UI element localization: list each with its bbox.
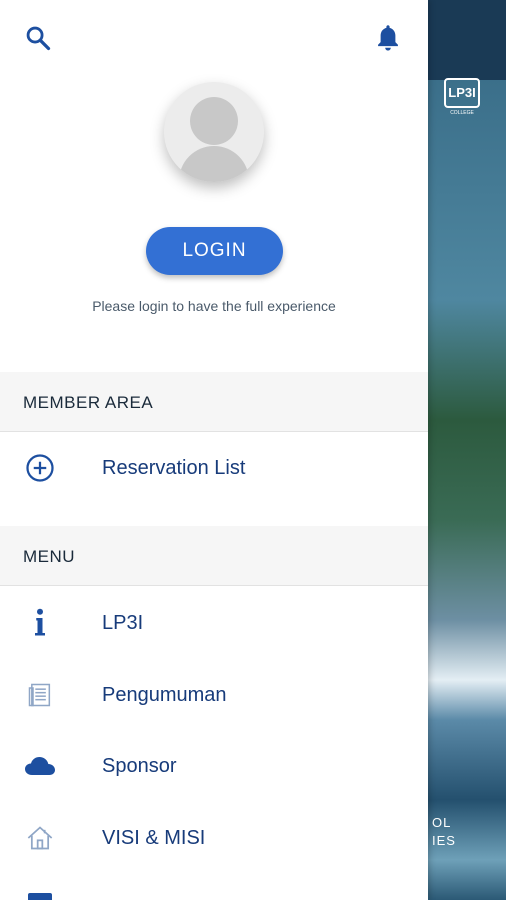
bell-icon[interactable] xyxy=(372,22,404,54)
avatar-head xyxy=(190,97,238,145)
add-circle-icon xyxy=(23,451,57,485)
background-text-line1: OL xyxy=(432,815,452,830)
menu-item-reservation-list[interactable]: Reservation List xyxy=(0,438,428,498)
background-app: LP3I COLLEGE OL IES xyxy=(428,0,506,900)
menu-item-label: Reservation List xyxy=(102,456,246,479)
home-icon xyxy=(23,821,57,855)
menu-item-sponsor[interactable]: Sponsor xyxy=(0,736,428,796)
newspaper-icon xyxy=(23,678,57,712)
section-header-member-area: MEMBER AREA xyxy=(0,372,428,432)
background-logo: LP3I xyxy=(444,78,480,108)
menu-item-label: Sponsor xyxy=(102,754,177,777)
navigation-drawer: LOGIN Please login to have the full expe… xyxy=(0,0,428,900)
menu-item-pengumuman[interactable]: Pengumuman xyxy=(0,665,428,725)
background-logo-sub: COLLEGE xyxy=(450,110,474,116)
login-button[interactable]: LOGIN xyxy=(146,227,283,275)
cloud-icon xyxy=(23,749,57,783)
search-icon[interactable] xyxy=(22,22,54,54)
info-icon xyxy=(23,606,57,640)
avatar-body xyxy=(179,146,249,182)
menu-item-label: VISI & MISI xyxy=(102,826,206,849)
background-partial-text: OL IES xyxy=(428,814,456,850)
login-hint: Please login to have the full experience xyxy=(92,298,336,314)
avatar[interactable] xyxy=(164,82,264,182)
menu-item-label: Pengumuman xyxy=(102,683,227,706)
menu-item-partial-icon xyxy=(28,893,52,900)
menu-item-lp3i[interactable]: LP3I xyxy=(0,593,428,653)
background-text-line2: IES xyxy=(432,833,456,848)
menu-item-label: LP3I xyxy=(102,611,144,634)
menu-item-visi-misi[interactable]: VISI & MISI xyxy=(0,808,428,868)
section-header-menu: MENU xyxy=(0,526,428,586)
